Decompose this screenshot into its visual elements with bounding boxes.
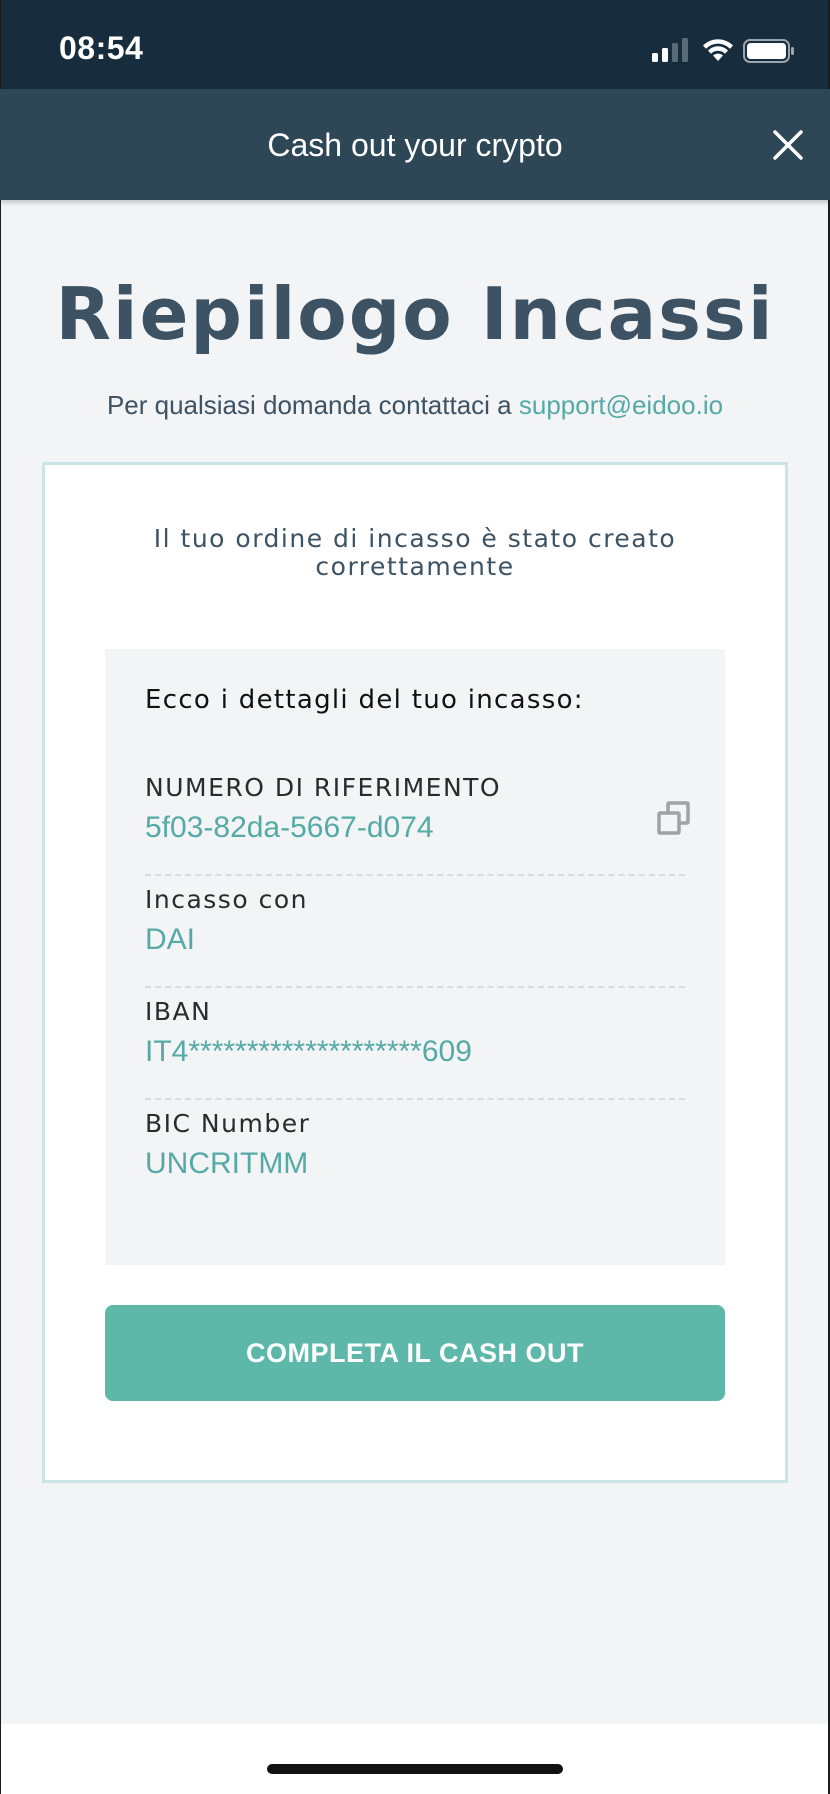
frame-edge-left	[0, 0, 1, 1794]
row-divider	[145, 1098, 685, 1100]
bic-value: UNCRITMM	[145, 1147, 309, 1180]
page-title: Riepilogo Incassi	[55, 272, 775, 356]
detail-row-iban: IBAN IT4********************609	[145, 997, 685, 1109]
support-email-link[interactable]: support@eidoo.io	[519, 390, 723, 420]
cashout-currency-value: DAI	[145, 923, 196, 956]
detail-row-reference: NUMERO DI RIFERIMENTO 5f03-82da-5667-d07…	[145, 773, 690, 885]
detail-row-bic: BIC Number UNCRITMM	[145, 1109, 685, 1221]
success-message-line2: correttamente	[315, 552, 515, 581]
success-message: Il tuo ordine di incasso è stato creato …	[45, 525, 785, 581]
copy-icon[interactable]	[657, 801, 691, 835]
status-bar: 08:54	[0, 0, 830, 89]
detail-row-cashout-with: Incasso con DAI	[145, 885, 685, 997]
details-heading: Ecco i dettagli del tuo incasso:	[145, 685, 584, 715]
nav-title: Cash out your crypto	[267, 127, 563, 163]
home-indicator[interactable]	[267, 1764, 563, 1774]
reference-number-value: 5f03-82da-5667-d074	[145, 811, 434, 844]
complete-cashout-button[interactable]: COMPLETA IL CASH OUT	[105, 1305, 725, 1401]
wifi-icon	[703, 39, 733, 61]
detail-label: BIC Number	[145, 1109, 311, 1138]
home-indicator-area	[0, 1724, 830, 1794]
contact-text: Per qualsiasi domanda contattaci a	[106, 390, 519, 420]
detail-label: IBAN	[145, 997, 212, 1026]
battery-icon	[743, 39, 794, 63]
row-divider	[145, 874, 685, 876]
status-time: 08:54	[59, 30, 144, 66]
detail-label: Incasso con	[145, 885, 308, 914]
close-icon[interactable]	[768, 125, 808, 165]
details-panel: Ecco i dettagli del tuo incasso: NUMERO …	[105, 649, 725, 1265]
summary-card: Il tuo ordine di incasso è stato creato …	[42, 462, 788, 1483]
contact-line: Per qualsiasi domanda contattaci a suppo…	[0, 390, 830, 421]
detail-label: NUMERO DI RIFERIMENTO	[145, 773, 502, 802]
main-content: Riepilogo Incassi Per qualsiasi domanda …	[0, 200, 830, 1724]
navigation-bar: Cash out your crypto	[0, 89, 830, 200]
success-message-line1: Il tuo ordine di incasso è stato creato	[153, 524, 677, 553]
cellular-signal-icon	[652, 38, 688, 62]
iban-value: IT4********************609	[145, 1035, 472, 1068]
row-divider	[145, 986, 685, 988]
